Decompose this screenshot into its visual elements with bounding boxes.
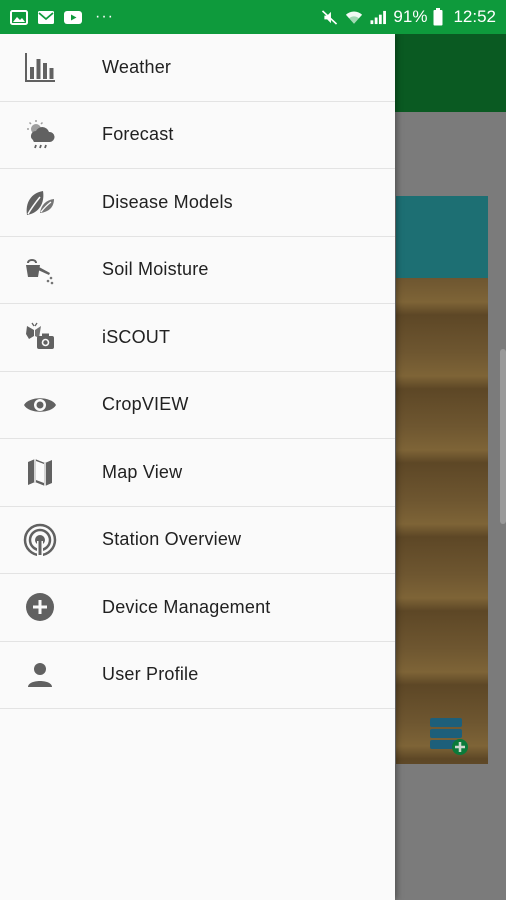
menu-label-map-view: Map View xyxy=(102,461,183,482)
battery-icon xyxy=(433,8,443,26)
bug-camera-icon xyxy=(22,319,58,355)
watering-can-icon xyxy=(22,252,58,288)
menu-label-cropview: CropVIEW xyxy=(102,394,189,415)
signal-icon xyxy=(370,10,387,24)
menu-label-soil-moisture: Soil Moisture xyxy=(102,259,209,280)
leaves-icon xyxy=(22,184,58,220)
menu-label-iscout: iSCOUT xyxy=(102,326,171,347)
weather-cloud-icon xyxy=(22,117,58,153)
wifi-icon xyxy=(346,11,363,24)
menu-item-user-profile[interactable]: User Profile xyxy=(0,642,395,709)
background-card xyxy=(396,196,488,764)
youtube-icon xyxy=(64,10,82,24)
menu-item-weather[interactable]: Weather xyxy=(0,34,395,102)
menu-item-soil-moisture[interactable]: Soil Moisture xyxy=(0,237,395,304)
broadcast-icon xyxy=(22,522,58,558)
email-icon xyxy=(38,10,54,24)
gallery-icon xyxy=(10,9,28,25)
drawer-menu: Weather Forecast Disease Models Soil Moi… xyxy=(0,34,395,709)
menu-label-device-management: Device Management xyxy=(102,596,271,617)
menu-item-cropview[interactable]: CropVIEW xyxy=(0,372,395,439)
card-image xyxy=(396,278,488,764)
add-station-icon[interactable] xyxy=(428,716,468,756)
menu-item-device-management[interactable]: Device Management xyxy=(0,574,395,642)
menu-label-station-overview: Station Overview xyxy=(102,529,242,550)
eye-icon xyxy=(22,387,58,423)
menu-item-forecast[interactable]: Forecast xyxy=(0,102,395,169)
card-header xyxy=(396,196,488,278)
status-bar: ··· 91% 12:52 xyxy=(0,0,506,34)
menu-label-user-profile: User Profile xyxy=(102,664,199,685)
menu-label-forecast: Forecast xyxy=(102,124,174,145)
scrollbar[interactable] xyxy=(500,349,506,524)
menu-label-disease-models: Disease Models xyxy=(102,191,233,212)
add-circle-icon xyxy=(22,589,58,625)
menu-item-disease-models[interactable]: Disease Models xyxy=(0,169,395,237)
battery-percent: 91% xyxy=(393,7,428,26)
menu-item-map-view[interactable]: Map View xyxy=(0,439,395,507)
clock: 12:52 xyxy=(453,7,496,26)
person-icon xyxy=(22,657,58,693)
menu-item-station-overview[interactable]: Station Overview xyxy=(0,507,395,574)
navigation-drawer: Weather Forecast Disease Models Soil Moi… xyxy=(0,34,395,900)
mute-icon xyxy=(322,9,338,25)
menu-label-weather: Weather xyxy=(102,56,172,77)
bar-chart-icon xyxy=(22,49,58,85)
more-notifications: ··· xyxy=(95,8,114,25)
map-icon xyxy=(22,454,58,490)
menu-item-iscout[interactable]: iSCOUT xyxy=(0,304,395,372)
